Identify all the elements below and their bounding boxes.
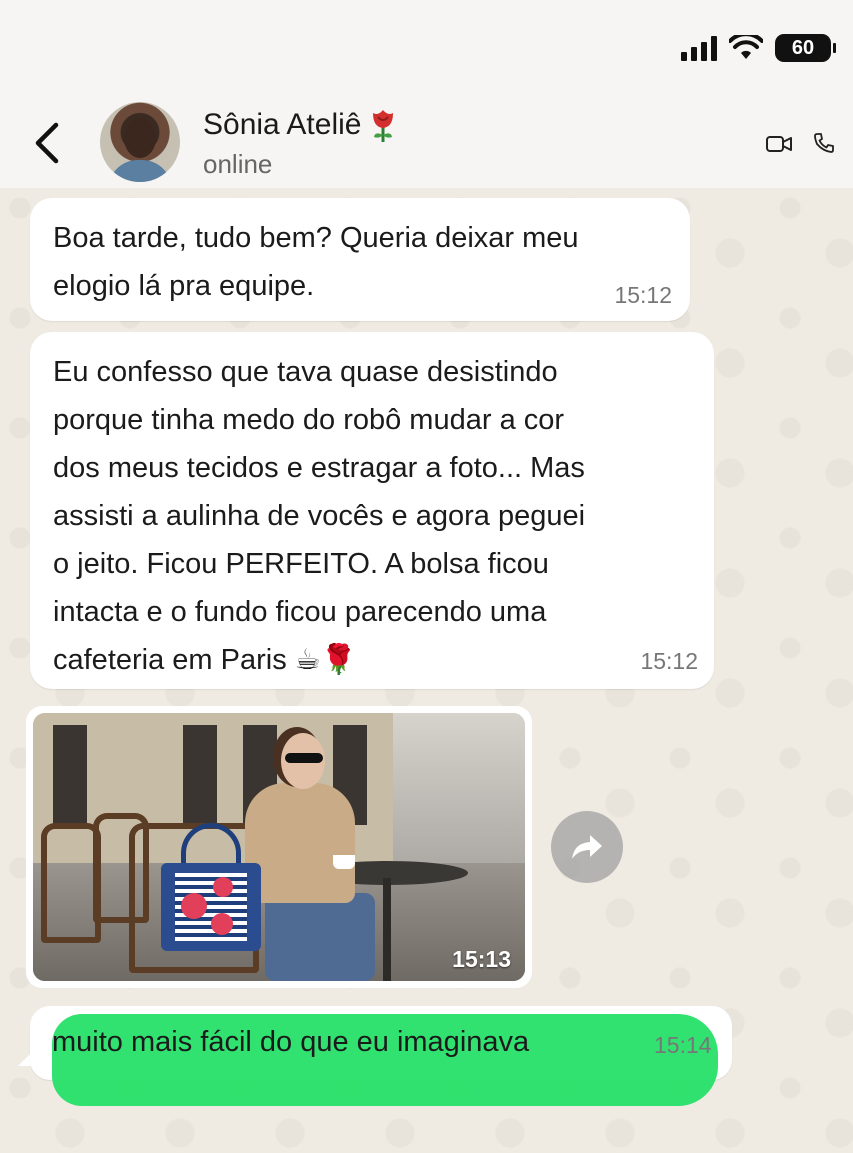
chat-area[interactable]: Boa tarde, tudo bem? Queria deixar meu e… xyxy=(0,188,853,1153)
status-icons: 60 xyxy=(681,34,836,62)
phone-icon[interactable] xyxy=(812,131,836,155)
battery-icon: 60 xyxy=(775,34,836,62)
contact-name-text: Sônia Ateliê xyxy=(203,108,362,141)
contact-status: online xyxy=(203,149,273,179)
message-time: 15:12 xyxy=(640,648,698,674)
message-bubble[interactable]: Eu confesso que tava quase desistindo po… xyxy=(30,332,714,689)
message-text: Boa tarde, tudo bem? Queria deixar meu e… xyxy=(53,222,579,302)
forward-button[interactable] xyxy=(551,811,623,883)
battery-level: 60 xyxy=(791,36,815,59)
message-text: muito mais fácil do que eu imaginava xyxy=(52,1026,530,1058)
chat-header: Sônia Ateliê online xyxy=(0,95,853,188)
avatar[interactable] xyxy=(100,102,180,182)
status-bar: 60 xyxy=(0,0,853,95)
video-call-icon[interactable] xyxy=(765,133,793,155)
message-bubble[interactable]: muito mais fácil do que eu imaginava 15:… xyxy=(30,1006,732,1106)
message-bubble[interactable]: Boa tarde, tudo bem? Queria deixar meu e… xyxy=(30,198,690,321)
message-text: Eu confesso que tava quase desistindo po… xyxy=(53,356,586,676)
message-time: 15:12 xyxy=(614,282,672,308)
forward-icon xyxy=(572,835,602,859)
wifi-icon xyxy=(729,35,763,59)
rose-icon xyxy=(373,110,394,142)
message-time: 15:14 xyxy=(654,1032,712,1058)
image-time: 15:13 xyxy=(452,946,511,972)
image-message[interactable]: 15:13 xyxy=(26,706,532,988)
signal-icon xyxy=(681,35,717,61)
cafe-photo[interactable]: 15:13 xyxy=(33,713,525,981)
contact-name[interactable]: Sônia Ateliê xyxy=(203,107,397,143)
back-icon[interactable] xyxy=(28,117,68,169)
